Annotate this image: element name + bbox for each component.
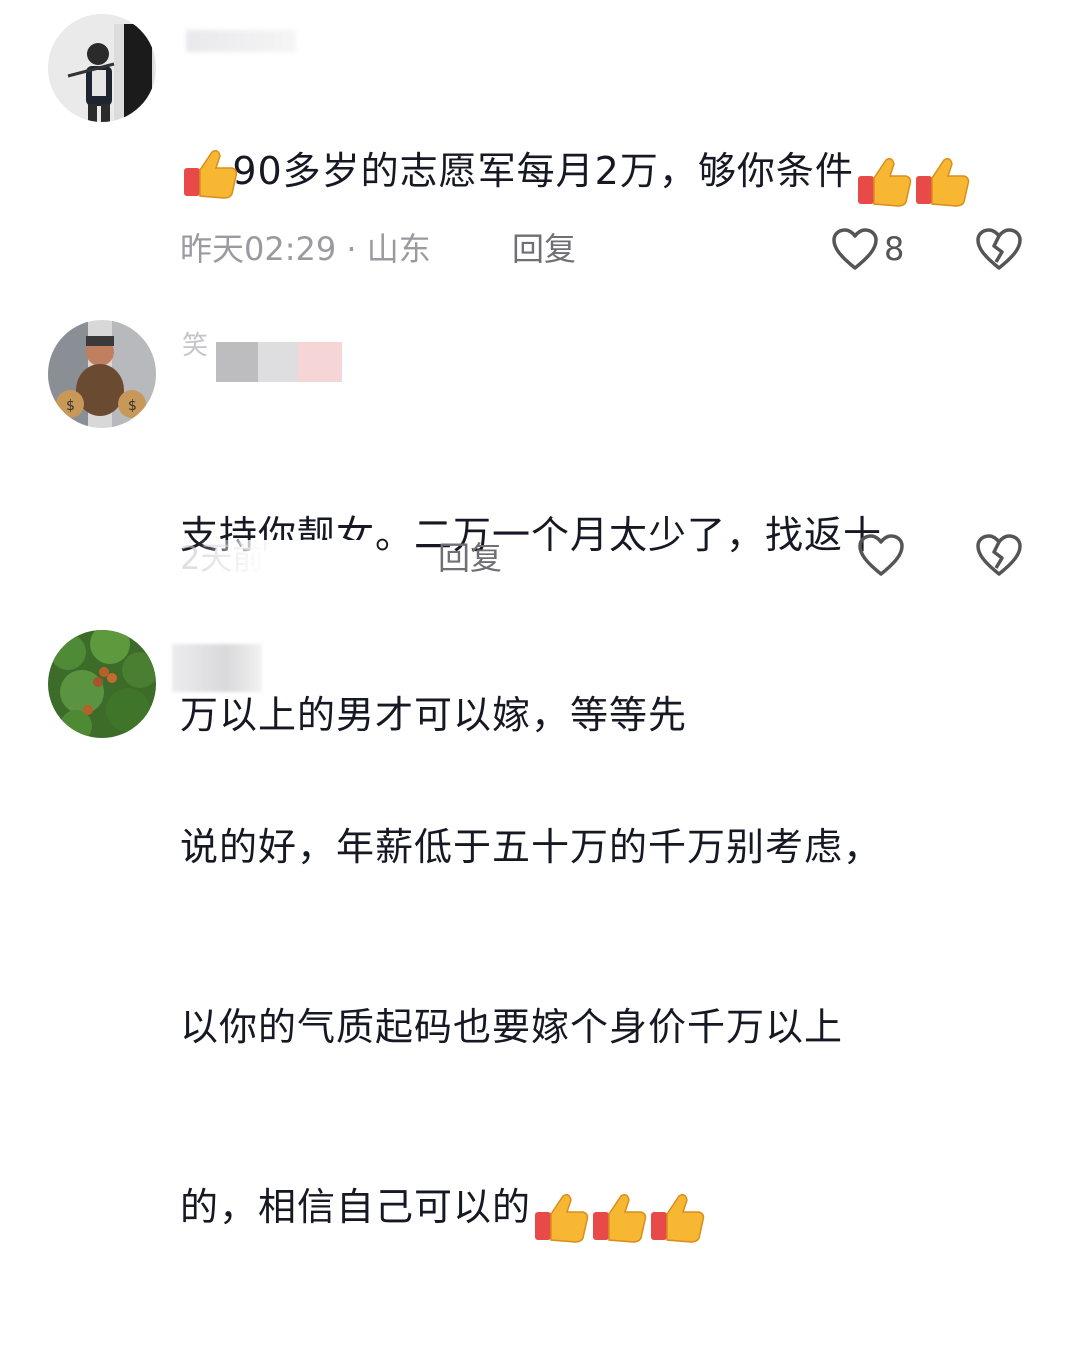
svg-text:$: $: [128, 398, 137, 414]
comment-text-content: 的，相信自己可以的: [180, 1185, 532, 1229]
thumbs-up-emoji-icon: [647, 1190, 707, 1246]
comment-text-content: 90多岁的志愿军每月2万，够你条件: [232, 149, 854, 193]
blurred-username: [216, 342, 258, 382]
thumbs-up-emoji-icon: [531, 1190, 591, 1246]
blurred-username: [298, 342, 342, 382]
blurred-timestamp: [196, 540, 376, 574]
thumbs-up-emoji-icon: [180, 146, 240, 202]
broken-heart-icon[interactable]: [974, 226, 1024, 272]
comment-text-line: 以你的气质起码也要嫁个身价千万以上: [180, 1005, 844, 1049]
comment-text-line: 说的好，年薪低于五十万的千万别考虑，: [180, 825, 883, 869]
blurred-username: [172, 644, 262, 692]
thumbs-up-emoji-icon: [589, 1190, 649, 1246]
heart-outline-icon[interactable]: [856, 532, 906, 578]
username[interactable]: 笑: [182, 326, 208, 366]
emoji-group: [531, 1186, 705, 1246]
comment-text: 说的好，年薪低于五十万的千万别考虑， 以你的气质起码也要嫁个身价千万以上 的，相…: [180, 702, 1020, 1362]
heart-outline-icon[interactable]: [830, 226, 880, 272]
avatar[interactable]: [48, 630, 156, 738]
thumbs-up-emoji-icon: [912, 154, 972, 210]
reply-button[interactable]: 回复: [512, 229, 576, 269]
emoji-group: [854, 150, 970, 210]
reply-button[interactable]: 回复: [438, 538, 502, 578]
thumbs-up-emoji-icon: [854, 154, 914, 210]
comment-text-line: 的，相信自己可以的: [180, 1178, 1020, 1246]
comment-timestamp: 昨天02:29 · 山东: [180, 230, 431, 268]
broken-heart-icon[interactable]: [974, 532, 1024, 578]
avatar[interactable]: [48, 14, 156, 122]
svg-text:$: $: [66, 398, 75, 414]
emoji-row-continued: [180, 146, 238, 202]
avatar[interactable]: $ $: [48, 320, 156, 428]
blurred-username: [258, 342, 298, 382]
like-count: 8: [884, 230, 905, 268]
blurred-username: [186, 30, 296, 52]
